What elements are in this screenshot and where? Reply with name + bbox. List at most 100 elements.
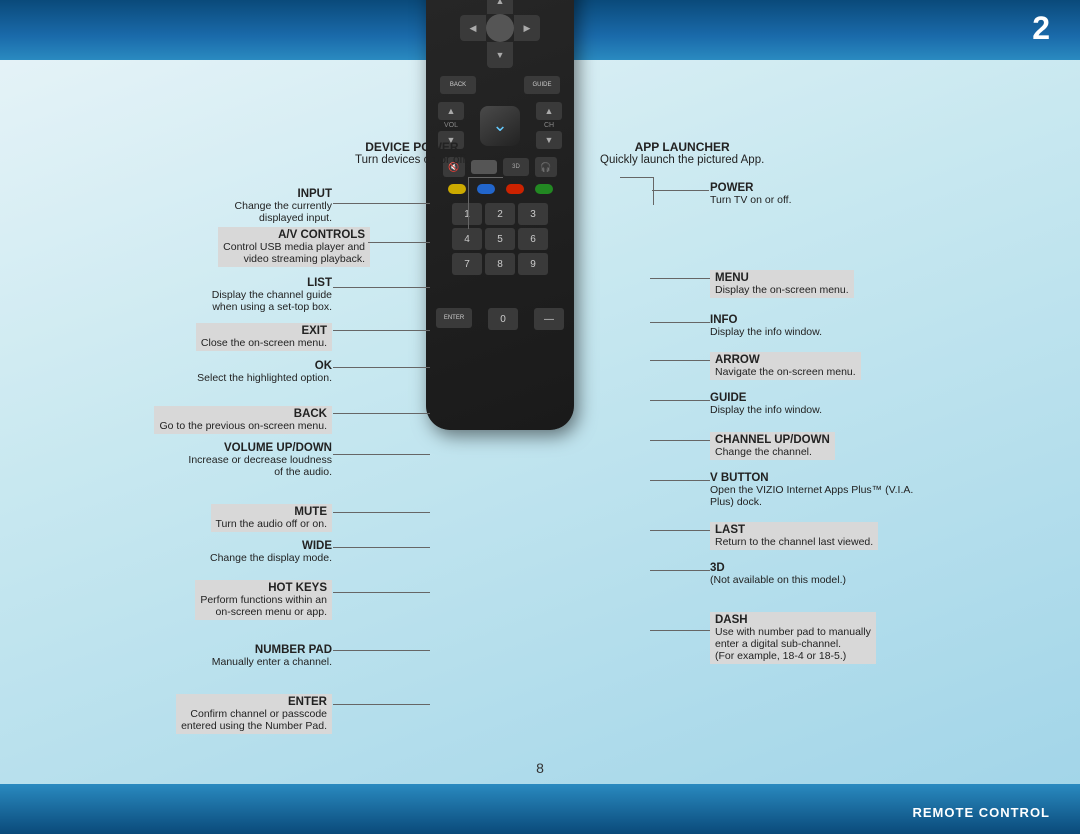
arrow-left-button[interactable]: ◀	[460, 15, 486, 41]
menu-label: MENU Display the on-screen menu.	[710, 270, 854, 298]
last-label: LAST Return to the channel last viewed.	[710, 522, 878, 550]
back-desc: Go to the previous on-screen menu.	[159, 420, 327, 432]
dash-button[interactable]: —	[534, 308, 564, 330]
red-button[interactable]	[506, 184, 524, 194]
hotkeys-desc: Perform functions within anon-screen men…	[200, 594, 327, 618]
guide-desc: Display the info window.	[710, 404, 822, 416]
dash-connector	[650, 630, 710, 631]
threed-title: 3D	[710, 562, 725, 574]
guide-button[interactable]: GUIDE	[524, 76, 560, 94]
wide-btn-small[interactable]	[471, 160, 497, 174]
wide-label: WIDE Change the display mode.	[210, 540, 332, 564]
num-5[interactable]: 5	[485, 228, 515, 250]
num-1[interactable]: 1	[452, 203, 482, 225]
hotkeys-label: HOT KEYS Perform functions within anon-s…	[195, 580, 332, 620]
exit-title: EXIT	[301, 325, 327, 337]
exit-label: EXIT Close the on-screen menu.	[196, 323, 332, 351]
num-8[interactable]: 8	[485, 253, 515, 275]
av-connector	[368, 242, 430, 243]
arrow-title: ARROW	[715, 354, 760, 366]
threed-label: 3D (Not available on this model.)	[710, 562, 846, 586]
v-button[interactable]: ⌄	[480, 106, 520, 146]
app-launcher-desc: Quickly launch the pictured App.	[600, 154, 764, 166]
numberpad-desc: Manually enter a channel.	[212, 656, 332, 668]
wide-title: WIDE	[302, 540, 332, 552]
menu-connector	[650, 278, 710, 279]
blue-button[interactable]	[477, 184, 495, 194]
green-button[interactable]	[535, 184, 553, 194]
ok-desc: Select the highlighted option.	[197, 372, 332, 384]
device-power-connector-v	[468, 177, 469, 229]
menu-desc: Display the on-screen menu.	[715, 284, 849, 296]
menu-title: MENU	[715, 272, 749, 284]
ch-up-button[interactable]: ▲	[536, 102, 562, 120]
num-0[interactable]: 0	[488, 308, 518, 330]
ok-title: OK	[315, 360, 332, 372]
remote-control-label: REMOTE CONTROL	[913, 805, 1051, 820]
info-label: INFO Display the info window.	[710, 314, 822, 338]
arrow-up-button[interactable]: ▲	[487, 0, 513, 14]
vbutton-label: V BUTTON Open the VIZIO Internet Apps Pl…	[710, 472, 913, 508]
threed-desc: (Not available on this model.)	[710, 574, 846, 586]
input-label: INPUT Change the currentlydisplayed inpu…	[235, 188, 332, 224]
volume-desc: Increase or decrease loudnessof the audi…	[188, 454, 332, 478]
content-area: INPUT ⏮ ⏸ ▶ ⏭ LIST MENU	[0, 60, 1080, 784]
back-button[interactable]: BACK	[440, 76, 476, 94]
dash-label: DASH Use with number pad to manuallyente…	[710, 612, 876, 664]
input-title: INPUT	[298, 188, 333, 200]
enter-connector	[333, 704, 430, 705]
av-controls-title: A/V CONTROLS	[278, 229, 365, 241]
enter-label: ENTER Confirm channel or passcodeentered…	[176, 694, 332, 734]
power-connector	[652, 190, 709, 191]
remote-body: INPUT ⏮ ⏸ ▶ ⏭ LIST MENU	[426, 0, 574, 430]
arrow-right-button[interactable]: ▶	[514, 15, 540, 41]
av-controls-label: A/V CONTROLS Control USB media player an…	[218, 227, 370, 267]
arrow-pad: ▲ ▼ ◀ ▶	[460, 0, 540, 68]
exit-connector	[333, 330, 430, 331]
num-7[interactable]: 7	[452, 253, 482, 275]
num-4[interactable]: 4	[452, 228, 482, 250]
arrow-connector	[650, 360, 710, 361]
headphone-button[interactable]: 🎧	[535, 157, 557, 177]
num-2[interactable]: 2	[485, 203, 515, 225]
device-power-title: DEVICE POWER	[365, 140, 458, 154]
num-6[interactable]: 6	[518, 228, 548, 250]
vol-up-button[interactable]: ▲	[438, 102, 464, 120]
last-desc: Return to the channel last viewed.	[715, 536, 873, 548]
app-launcher-connector-h	[620, 177, 653, 178]
numberpad-label: NUMBER PAD Manually enter a channel.	[212, 644, 332, 668]
num-3[interactable]: 3	[518, 203, 548, 225]
mute-title: MUTE	[294, 506, 327, 518]
av-controls-desc: Control USB media player andvideo stream…	[223, 241, 365, 265]
channel-desc: Change the channel.	[715, 446, 830, 458]
volume-label: VOLUME UP/DOWN Increase or decrease loud…	[188, 442, 332, 478]
hotkeys-connector	[333, 592, 430, 593]
channel-title: CHANNEL UP/DOWN	[715, 434, 830, 446]
num-9[interactable]: 9	[518, 253, 548, 275]
input-connector	[333, 203, 430, 204]
mute-label: MUTE Turn the audio off or on.	[211, 504, 333, 532]
wide-desc: Change the display mode.	[210, 552, 332, 564]
number-pad: 1 2 3 4 5 6 7 8 9	[452, 203, 548, 300]
ok-button[interactable]	[486, 14, 514, 42]
arrow-label: ARROW Navigate the on-screen menu.	[710, 352, 861, 380]
last-title: LAST	[715, 524, 745, 536]
back-guide-row: BACK GUIDE	[434, 76, 566, 94]
threed-connector	[650, 570, 710, 571]
enter-title: ENTER	[288, 696, 327, 708]
device-power-label: DEVICE POWER Turn devices on or off.	[355, 140, 469, 166]
info-connector	[650, 322, 710, 323]
page-number: 2	[1032, 10, 1050, 47]
enter-button[interactable]: ENTER	[436, 308, 472, 328]
three-d-button[interactable]: 3D	[503, 158, 529, 176]
power-title: POWER	[710, 182, 753, 194]
numberpad-title: NUMBER PAD	[255, 644, 332, 656]
back-connector	[333, 413, 430, 414]
ch-down-button[interactable]: ▼	[536, 131, 562, 149]
input-desc: Change the currentlydisplayed input.	[235, 200, 332, 224]
vbutton-connector	[650, 480, 710, 481]
dash-desc: Use with number pad to manuallyenter a d…	[715, 626, 871, 662]
arrow-down-button[interactable]: ▼	[487, 42, 513, 68]
vol-label: VOL	[444, 122, 458, 129]
yellow-button[interactable]	[448, 184, 466, 194]
